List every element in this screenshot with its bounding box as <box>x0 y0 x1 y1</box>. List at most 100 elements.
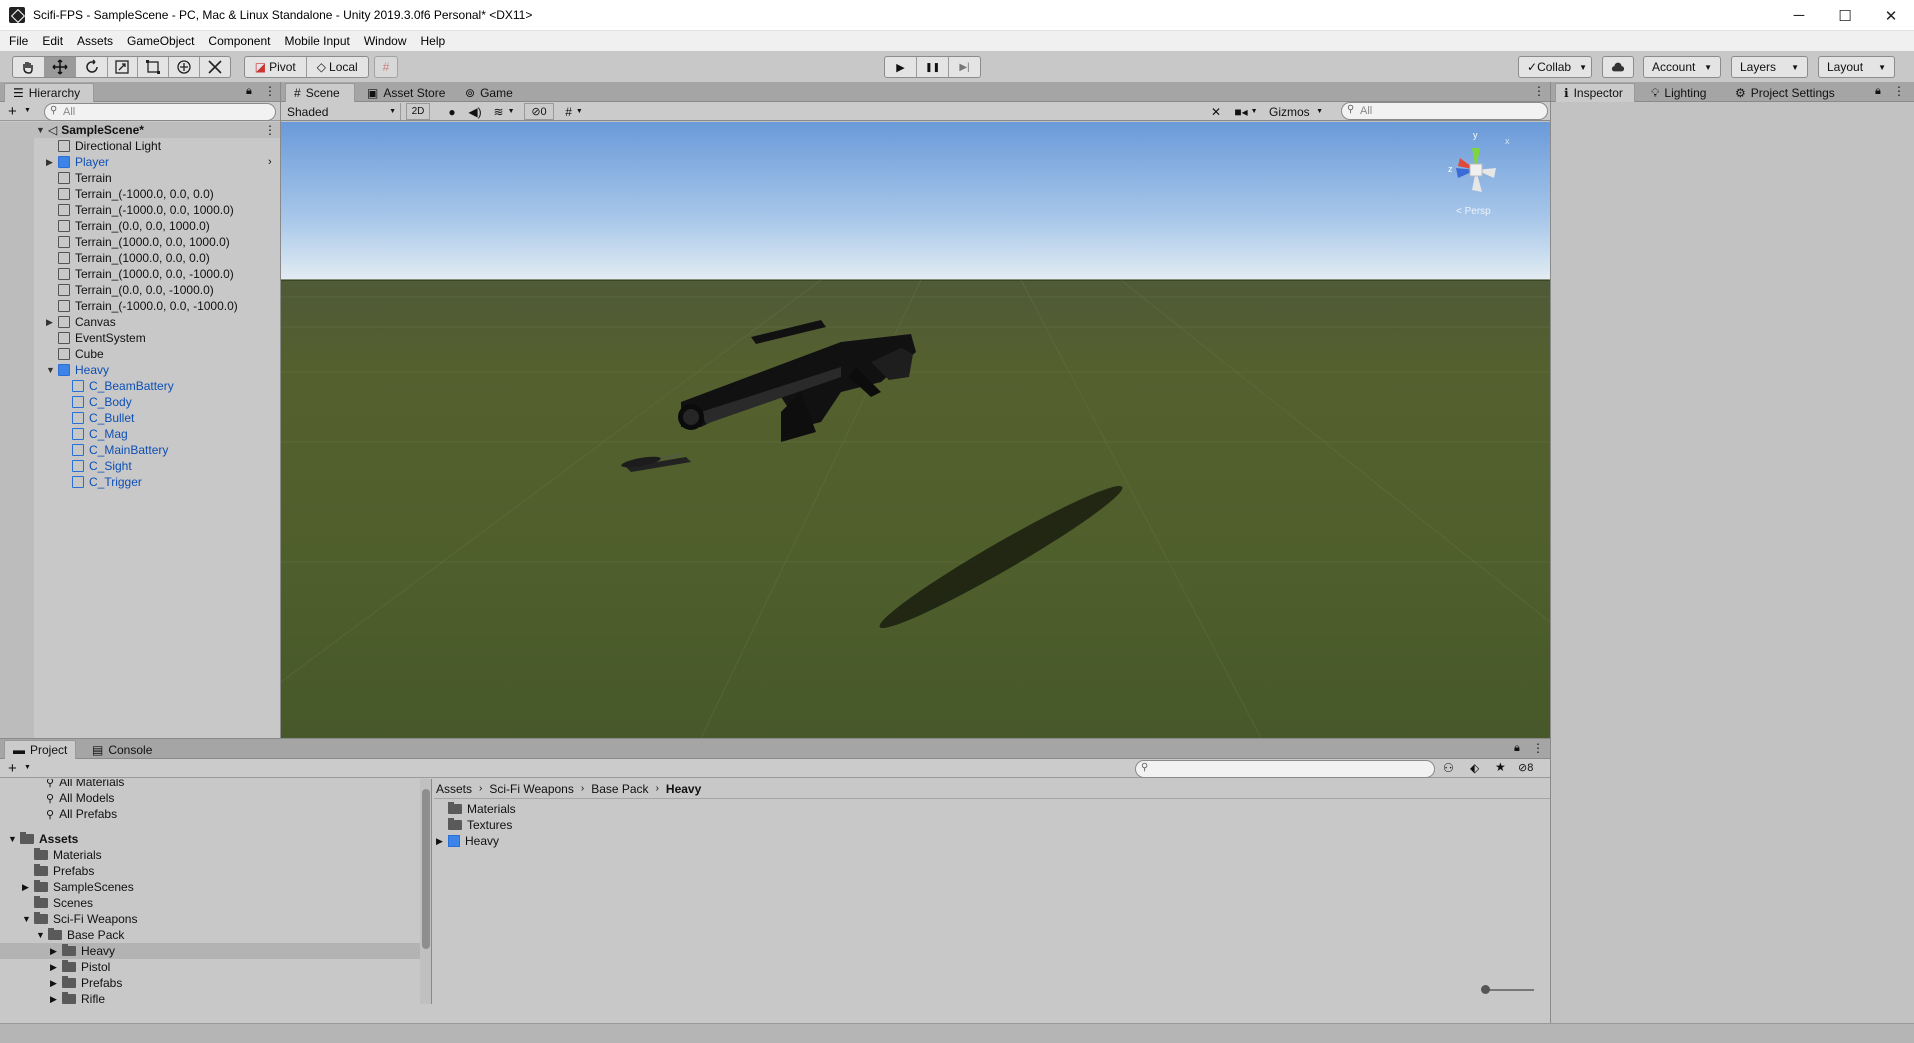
more-options-icon[interactable]: ⋮ <box>1532 741 1544 755</box>
folder-tree-item[interactable]: ▶ SampleScenes <box>0 879 420 895</box>
tab-lighting[interactable]: 💡︎ Lighting <box>1642 83 1715 102</box>
more-options-icon[interactable]: ⋮ <box>264 84 276 98</box>
folder-tree-item[interactable]: ⚲ All Materials <box>0 779 420 790</box>
collapse-arrow-icon[interactable]: ▼ <box>36 125 48 135</box>
more-options-icon[interactable]: ⋮ <box>1893 84 1905 98</box>
scale-tool-button[interactable] <box>108 57 138 77</box>
transform-tool-button[interactable] <box>169 57 201 77</box>
create-plus-icon[interactable]: + <box>8 103 17 120</box>
expand-arrow-icon[interactable]: ▶ <box>22 882 34 893</box>
layout-dropdown[interactable]: Layout ▼ <box>1818 56 1895 78</box>
menu-mobile-input[interactable]: Mobile Input <box>284 34 349 48</box>
chevron-down-icon[interactable]: ▼ <box>24 107 31 114</box>
account-dropdown[interactable]: Account ▼ <box>1643 56 1721 78</box>
hierarchy-item[interactable]: ▶ Player › <box>0 154 280 170</box>
expand-arrow-icon[interactable]: ▶ <box>50 946 62 957</box>
hierarchy-item[interactable]: Terrain_(-1000.0, 0.0, 1000.0) <box>0 202 280 218</box>
hierarchy-item[interactable]: C_Mag <box>0 426 280 442</box>
audio-toggle[interactable]: ◀) <box>464 103 486 120</box>
collab-dropdown[interactable]: ✓Collab ▼ <box>1518 56 1592 78</box>
folder-tree-item[interactable]: ⚲ All Prefabs <box>0 806 420 822</box>
tab-hierarchy[interactable]: ☰ Hierarchy <box>4 83 94 102</box>
tab-asset-store[interactable]: ▣ Asset Store <box>358 83 454 102</box>
tools-toggle[interactable]: ✕ <box>1205 103 1227 120</box>
more-options-icon[interactable]: ⋮ <box>264 123 276 137</box>
menu-file[interactable]: File <box>9 34 28 48</box>
collapse-arrow-icon[interactable]: ▼ <box>46 365 58 375</box>
tab-scene[interactable]: # Scene <box>285 83 355 102</box>
breadcrumb-sci-fi-weapons[interactable]: Sci-Fi Weapons <box>489 782 573 796</box>
asset-item[interactable]: ▶ Heavy <box>434 833 499 849</box>
hierarchy-item[interactable]: C_Trigger <box>0 474 280 490</box>
hierarchy-item[interactable]: Terrain <box>0 170 280 186</box>
menu-assets[interactable]: Assets <box>77 34 113 48</box>
zoom-slider-handle[interactable] <box>1481 985 1490 994</box>
expand-arrow-icon[interactable]: ▶ <box>46 157 58 168</box>
asset-item[interactable]: Textures <box>434 817 512 833</box>
menu-component[interactable]: Component <box>208 34 270 48</box>
hierarchy-item[interactable]: Terrain_(0.0, 0.0, 1000.0) <box>0 218 280 234</box>
folder-tree-item[interactable]: ▶ Heavy <box>0 943 420 959</box>
folder-tree-item[interactable]: ▶ Prefabs <box>0 975 420 991</box>
breadcrumb-assets[interactable]: Assets <box>436 782 472 796</box>
expand-arrow-icon[interactable]: ▶ <box>50 962 62 973</box>
camera-dropdown[interactable]: ■◂ ▼ <box>1229 103 1263 120</box>
scene-viewport[interactable]: y z x < Persp <box>281 122 1550 738</box>
tab-project-settings[interactable]: ⚙ Project Settings <box>1726 83 1844 102</box>
folder-tree-item[interactable]: Prefabs <box>0 863 420 879</box>
toggle-2d-button[interactable]: 2D <box>406 103 430 120</box>
hierarchy-item[interactable]: C_Bullet <box>0 410 280 426</box>
favorite-star-icon[interactable]: ★ <box>1495 760 1506 774</box>
tab-console[interactable]: ▤ Console <box>83 740 161 759</box>
minimize-button[interactable]: ─ <box>1776 0 1822 31</box>
pivot-toggle[interactable]: ◪ Pivot <box>245 57 307 77</box>
hierarchy-item[interactable]: C_Body <box>0 394 280 410</box>
hierarchy-item[interactable]: ▶ Canvas <box>0 314 280 330</box>
search-by-label-icon[interactable]: ⬖ <box>1470 761 1479 775</box>
tab-project[interactable]: ▬ Project <box>4 740 76 759</box>
hierarchy-item[interactable]: Terrain_(1000.0, 0.0, 1000.0) <box>0 234 280 250</box>
hidden-objects-toggle[interactable]: ⊘ 0 <box>524 103 554 120</box>
breadcrumb-heavy[interactable]: Heavy <box>666 782 701 796</box>
expand-arrow-icon[interactable]: ▶ <box>50 978 62 989</box>
lighting-toggle[interactable]: ● <box>441 103 463 120</box>
menu-window[interactable]: Window <box>364 34 407 48</box>
hierarchy-item[interactable]: ▼ Heavy <box>0 362 280 378</box>
expand-arrow-icon[interactable]: ▶ <box>46 317 58 328</box>
hierarchy-item[interactable]: C_MainBattery <box>0 442 280 458</box>
lock-icon[interactable]: 🔒︎ <box>246 85 252 98</box>
hierarchy-item[interactable]: Terrain_(-1000.0, 0.0, -1000.0) <box>0 298 280 314</box>
create-plus-icon[interactable]: + <box>8 760 17 777</box>
menu-gameobject[interactable]: GameObject <box>127 34 194 48</box>
hierarchy-item[interactable]: Cube <box>0 346 280 362</box>
project-search-input[interactable]: ⚲ <box>1135 760 1435 778</box>
collapse-arrow-icon[interactable]: ▼ <box>22 914 34 924</box>
hierarchy-item[interactable]: C_Sight <box>0 458 280 474</box>
hidden-packages-toggle[interactable]: ⊘8 <box>1518 761 1533 774</box>
scene-search-input[interactable]: ⚲ All <box>1341 102 1548 120</box>
folder-tree-item[interactable]: ▶ Rifle <box>0 991 420 1004</box>
effects-dropdown[interactable]: ≋ ▼ <box>487 103 521 120</box>
breadcrumb-base-pack[interactable]: Base Pack <box>591 782 648 796</box>
chevron-right-icon[interactable]: › <box>268 156 272 168</box>
gizmos-dropdown[interactable]: Gizmos ▼ <box>1265 103 1327 120</box>
tree-scrollbar-thumb[interactable] <box>422 789 430 949</box>
hierarchy-item[interactable]: Terrain_(1000.0, 0.0, -1000.0) <box>0 266 280 282</box>
folder-tree-item[interactable]: ▼ Assets <box>0 831 420 847</box>
hand-tool-button[interactable] <box>13 57 45 77</box>
hierarchy-item[interactable]: Terrain_(-1000.0, 0.0, 0.0) <box>0 186 280 202</box>
search-by-type-icon[interactable]: ⚇ <box>1443 761 1454 775</box>
step-button[interactable]: ▶| <box>949 57 980 77</box>
pause-button[interactable]: ❚❚ <box>917 57 949 77</box>
expand-arrow-icon[interactable]: ▶ <box>436 836 448 847</box>
chevron-down-icon[interactable]: ▼ <box>24 764 31 771</box>
maximize-button[interactable]: ☐ <box>1822 0 1868 31</box>
menu-edit[interactable]: Edit <box>42 34 63 48</box>
asset-item[interactable]: Materials <box>434 801 516 817</box>
folder-tree-item[interactable]: ▼ Sci-Fi Weapons <box>0 911 420 927</box>
close-button[interactable]: ✕ <box>1868 0 1914 31</box>
tab-game[interactable]: ⊚ Game <box>456 83 522 102</box>
collapse-arrow-icon[interactable]: ▼ <box>36 930 48 940</box>
menu-help[interactable]: Help <box>421 34 446 48</box>
folder-tree-item[interactable]: Materials <box>0 847 420 863</box>
